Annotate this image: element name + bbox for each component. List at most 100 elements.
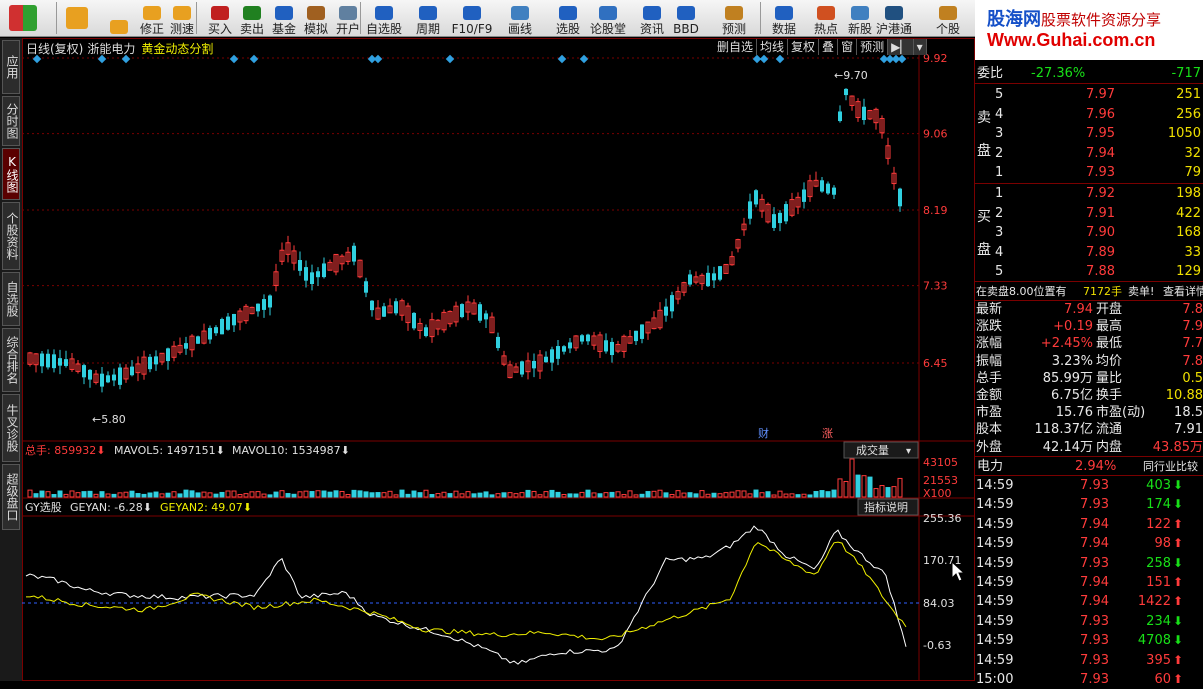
stat-label: 股本: [976, 422, 1003, 438]
volume-bar: [669, 493, 675, 498]
toolbar-button-新股[interactable]: 新股: [842, 0, 878, 36]
volume-bar: [57, 490, 63, 498]
toolbar-button-back-arrow[interactable]: [62, 0, 92, 36]
side-tab-3[interactable]: 个股资料: [2, 202, 20, 270]
sector-pct: 2.94%: [1075, 459, 1117, 474]
side-tab-5[interactable]: 综合排名: [2, 328, 20, 392]
chart-tool-4[interactable]: 窗: [838, 39, 858, 55]
stat-value: 18.5: [1174, 405, 1203, 421]
toolbar-button-选股[interactable]: 选股: [550, 0, 586, 36]
sell-level: 3: [995, 126, 1004, 141]
chart-tool-2[interactable]: 复权: [788, 39, 820, 55]
limit-up-marker[interactable]: 涨: [822, 427, 833, 440]
toolbar-button-label: 资讯: [639, 22, 664, 36]
toolbar-button-down-arrow[interactable]: [104, 0, 134, 36]
volume-bar: [87, 490, 93, 498]
tick-time: 14:59: [976, 575, 1014, 590]
event-marker-icon[interactable]: [557, 54, 567, 64]
chart-tool-3[interactable]: 叠: [819, 39, 839, 55]
side-tab-6[interactable]: 牛叉诊股: [2, 394, 20, 462]
volume-bar: [279, 490, 285, 498]
quote-row: 14:59 7.93 174 ⬇: [975, 495, 1203, 514]
kline-chart-area[interactable]: 9.92 9.06 8.19 7.33 6.45 ←9.70 ←5.80 财 涨总手: 8599…: [22, 38, 975, 681]
candle-body: [322, 263, 326, 278]
toolbar-button-沪港通[interactable]: 沪港通: [876, 0, 912, 36]
position-note: 在卖盘8.00位置有: [976, 285, 1067, 298]
toolbar-button-买入[interactable]: 买入: [202, 0, 238, 36]
chart-tool-1[interactable]: 均线: [757, 39, 789, 55]
toolbar-button-基金[interactable]: 基金: [266, 0, 302, 36]
toolbar-button-模拟[interactable]: 模拟: [298, 0, 334, 36]
chevron-down-icon[interactable]: ▾: [913, 39, 927, 55]
side-tab-4[interactable]: 自选股: [2, 272, 20, 326]
chart-period: 日线(复权): [26, 42, 84, 56]
event-marker-icon[interactable]: [445, 54, 455, 64]
volume-bar: [165, 492, 171, 498]
volume-bar: [333, 490, 339, 498]
toolbar-button-flag[interactable]: [4, 0, 42, 36]
volume-bar: [51, 494, 57, 498]
toolbar-button-画线[interactable]: 画线: [502, 0, 538, 36]
toolbar-button-label: 预测: [721, 22, 746, 36]
event-marker-icon[interactable]: [759, 54, 769, 64]
event-marker-icon[interactable]: [373, 54, 383, 64]
side-tab-0[interactable]: 应用: [2, 40, 20, 94]
peer-compare-link[interactable]: 同行业比较: [1143, 457, 1203, 476]
volume-bar: [327, 491, 333, 498]
clock-icon: [143, 6, 161, 20]
event-marker-icon[interactable]: [249, 54, 259, 64]
toolbar-button-卖出[interactable]: 卖出: [234, 0, 270, 36]
side-tab-1[interactable]: 分时图: [2, 96, 20, 146]
candle-body: [754, 190, 758, 205]
event-marker-icon[interactable]: [897, 54, 907, 64]
candle-body: [304, 267, 308, 281]
quote-row: 电力 2.94% 同行业比较: [975, 457, 1203, 476]
event-marker-icon[interactable]: [775, 54, 785, 64]
arrow-down-icon: ⬇: [1173, 613, 1184, 628]
candle-body: [88, 369, 92, 380]
toolbar-button-热点[interactable]: 热点: [808, 0, 844, 36]
stat-value: 0.5: [1182, 370, 1203, 386]
toolbar-button-数据[interactable]: 数据: [766, 0, 802, 36]
expand-panel-icon[interactable]: ▶▏: [888, 39, 914, 55]
volume-bar: [261, 493, 267, 498]
event-marker-icon[interactable]: [579, 54, 589, 64]
volume-bar: [297, 491, 303, 498]
volume-bar: [183, 489, 189, 498]
quote-row: 2 7.91 422: [975, 204, 1203, 223]
toolbar-button-论股堂[interactable]: 论股堂: [590, 0, 626, 36]
toolbar-button-周期[interactable]: 周期: [410, 0, 446, 36]
volume-bar: [531, 490, 537, 498]
volume-bar: [639, 493, 645, 498]
toolbar-button-BBD[interactable]: BBD: [668, 0, 704, 36]
volume-bar: [75, 492, 81, 498]
side-tab-7[interactable]: 超级盘口: [2, 464, 20, 530]
view-detail-link[interactable]: 查看详情: [1163, 282, 1203, 301]
buy-side-label: 盘: [977, 242, 991, 258]
candle-body: [268, 295, 272, 308]
volume-bar: [135, 493, 141, 498]
candle-body: [166, 348, 170, 362]
stat-label: 金额: [976, 388, 1003, 403]
toolbar-button-个股[interactable]: 个股: [930, 0, 966, 36]
volume-bar: [897, 477, 903, 498]
event-marker-icon[interactable]: [229, 54, 239, 64]
toolbar-button-测速[interactable]: 测速: [164, 0, 200, 36]
toolbar-button-预测[interactable]: 预测: [716, 0, 752, 36]
volume-bar: [267, 494, 273, 498]
toolbar-button-自选股[interactable]: 自选股: [366, 0, 402, 36]
geyan-line: [25, 525, 907, 665]
chart-tool-5[interactable]: 预测: [857, 39, 889, 55]
volume-bar: [453, 490, 459, 498]
volume-bar: [285, 493, 291, 498]
candle-body: [586, 334, 590, 342]
finance-marker[interactable]: 财: [758, 426, 769, 440]
toolbar-button-F10/F9[interactable]: F10/F9: [452, 0, 492, 36]
volume-bar: [309, 491, 315, 498]
toolbar-button-资讯[interactable]: 资讯: [634, 0, 670, 36]
tick-time: 14:59: [976, 613, 1014, 629]
buy-level: 2: [995, 205, 1004, 221]
side-tab-2[interactable]: K线图: [2, 148, 20, 200]
chart-tool-0[interactable]: 删自选: [714, 39, 758, 55]
main-indicator-name[interactable]: 黄金动态分割: [141, 42, 213, 56]
